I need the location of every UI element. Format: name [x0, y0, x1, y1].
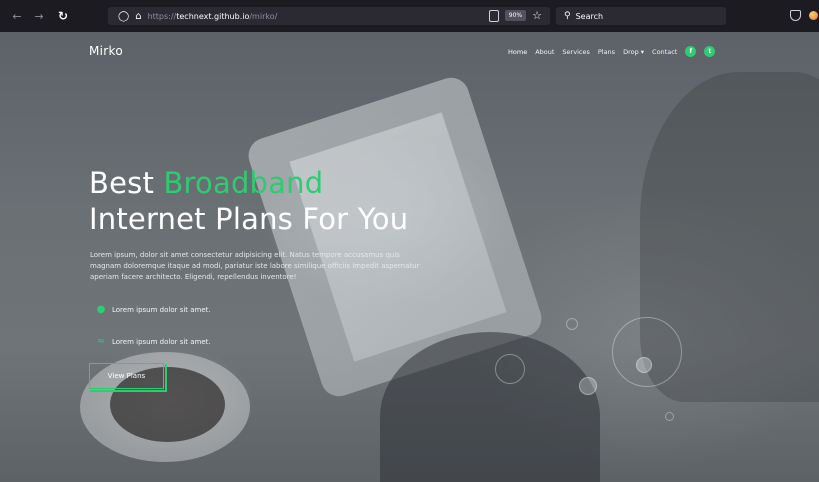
feature-item: ● Lorem ipsum dolor sit amet.: [94, 304, 211, 315]
url-text[interactable]: https://technext.github.io/mirko/: [148, 12, 278, 21]
headline-line2: Internet Plans For You: [89, 202, 409, 236]
decor-bubble: [566, 318, 578, 330]
feature-item: ≈ Lorem ipsum dolor sit amet.: [94, 336, 211, 347]
lock-icon[interactable]: ⌂: [135, 11, 141, 22]
main-nav: Home About Services Plans Drop ▾ Contact…: [508, 46, 716, 57]
background-tablet: [243, 73, 547, 401]
wifi-icon: ≈: [96, 336, 106, 347]
nav-home[interactable]: Home: [508, 48, 527, 56]
browser-toolbar: ← → ↻ ◯ ⌂ https://technext.github.io/mir…: [0, 0, 819, 32]
background-person: [640, 72, 819, 402]
nav-about[interactable]: About: [535, 48, 554, 56]
search-icon: ⚲: [564, 11, 571, 21]
decor-bubble: [665, 412, 674, 421]
nav-services[interactable]: Services: [562, 48, 589, 56]
nav-drop-dropdown[interactable]: Drop ▾: [623, 48, 644, 56]
forward-icon[interactable]: →: [30, 10, 48, 23]
back-icon[interactable]: ←: [8, 10, 26, 23]
extension-icon[interactable]: [809, 11, 818, 20]
facebook-icon[interactable]: f: [685, 46, 697, 57]
hero-headline: Best Broadband Internet Plans For You: [89, 165, 408, 237]
search-input[interactable]: ⚲ Search: [556, 7, 726, 25]
twitter-icon[interactable]: t: [704, 46, 716, 57]
search-placeholder: Search: [575, 11, 604, 21]
zoom-badge[interactable]: 90%: [504, 10, 527, 21]
headline-text: Best: [89, 166, 155, 200]
reload-icon[interactable]: ↻: [54, 9, 72, 23]
view-plans-button[interactable]: View Plans: [89, 363, 167, 392]
hero-lead: Lorem ipsum, dolor sit amet consectetur …: [90, 251, 420, 281]
nav-contact[interactable]: Contact: [652, 48, 677, 56]
background-tablet-screen: [289, 112, 507, 362]
decor-bubble: [579, 377, 597, 395]
feature-text: Lorem ipsum dolor sit amet.: [112, 305, 211, 314]
site-logo[interactable]: Mirko: [89, 44, 123, 58]
feature-text: Lorem ipsum dolor sit amet.: [112, 337, 211, 346]
nav-plans[interactable]: Plans: [598, 48, 615, 56]
decor-bubble: [636, 357, 652, 373]
background-arm: [380, 332, 600, 482]
decor-bubble: [495, 354, 525, 384]
url-bar[interactable]: ◯ ⌂ https://technext.github.io/mirko/ 90…: [108, 7, 550, 25]
shield-icon[interactable]: ◯: [118, 11, 129, 22]
decor-bubble: [612, 317, 682, 387]
reader-view-icon[interactable]: [488, 9, 499, 22]
headline-accent: Broadband: [163, 166, 324, 200]
chat-icon: ●: [96, 304, 106, 315]
pocket-icon[interactable]: [790, 10, 801, 21]
bookmark-star-icon[interactable]: ☆: [532, 9, 542, 22]
